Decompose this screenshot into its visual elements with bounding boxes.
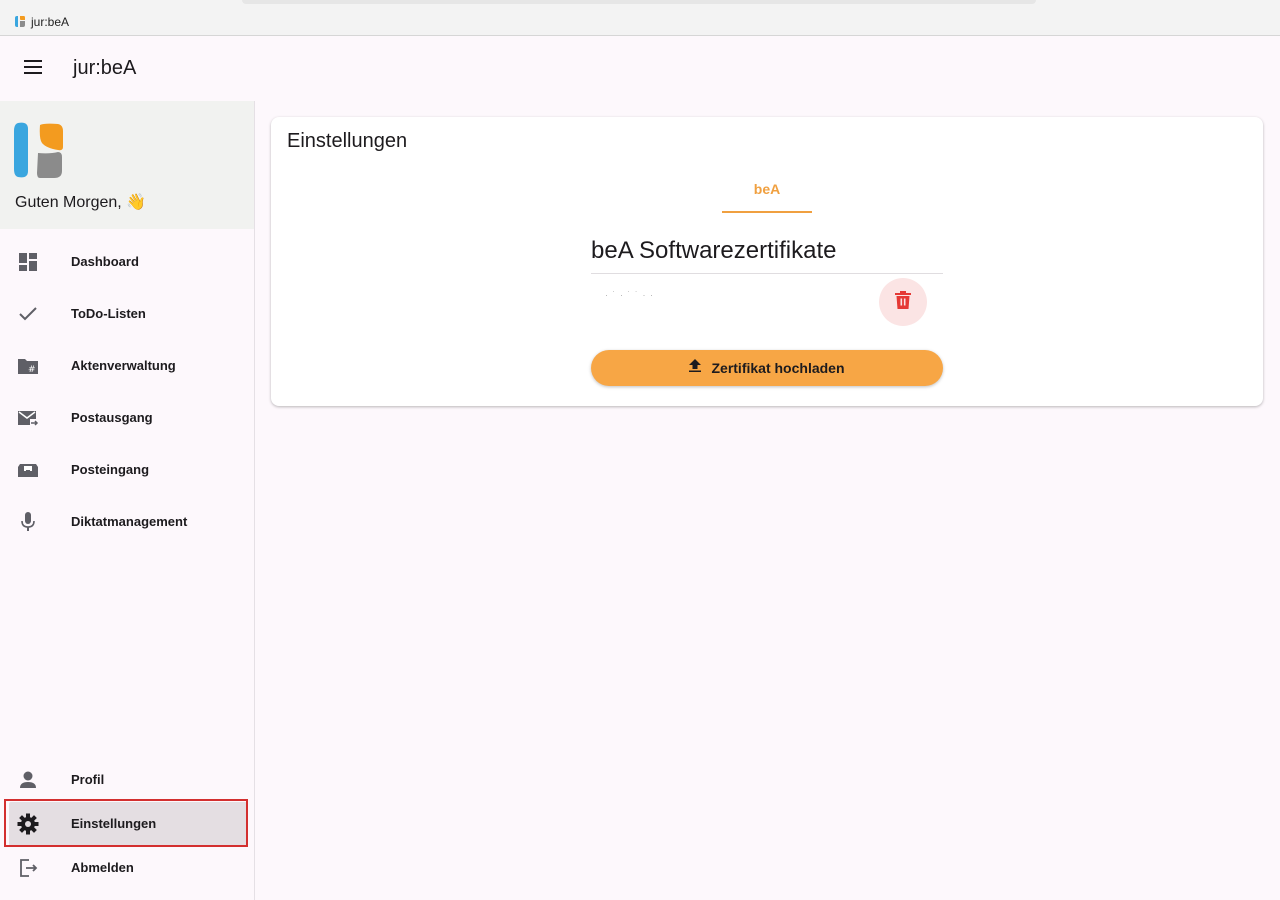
sidebar: Guten Morgen, 👋 Dashboard ToDo-Listen # … xyxy=(0,101,255,900)
upload-certificate-button[interactable]: Zertifikat hochladen xyxy=(591,350,943,386)
address-bar[interactable] xyxy=(242,0,1036,4)
sidebar-item-aktenverwaltung[interactable]: # Aktenverwaltung xyxy=(0,344,254,388)
microphone-icon xyxy=(16,510,40,534)
page-title: Einstellungen xyxy=(287,130,408,152)
sidebar-item-posteingang[interactable]: Posteingang xyxy=(0,448,254,492)
sidebar-item-einstellungen[interactable]: Einstellungen xyxy=(9,802,247,846)
delete-certificate-button[interactable] xyxy=(879,278,927,326)
upload-button-label: Zertifikat hochladen xyxy=(711,360,845,376)
jurbea-logo-icon xyxy=(14,121,64,184)
settings-card: Einstellungen beA beA Softwarezertifikat… xyxy=(271,117,1263,406)
app-title: jur:beA xyxy=(73,57,137,79)
sidebar-item-label: Profil xyxy=(71,772,105,787)
menu-icon xyxy=(24,59,42,79)
certificate-name-redacted: · ˙ · ˙ ˙ · · xyxy=(605,290,654,300)
sidebar-item-abmelden[interactable]: Abmelden xyxy=(0,846,254,890)
sidebar-item-label: Posteingang xyxy=(71,462,150,477)
gear-icon xyxy=(16,812,40,836)
check-icon xyxy=(16,302,40,326)
tab-active-indicator xyxy=(722,211,812,213)
person-icon xyxy=(16,768,40,792)
sidebar-item-label: Abmelden xyxy=(71,860,134,875)
svg-text:#: # xyxy=(28,365,36,375)
dashboard-icon xyxy=(16,250,40,274)
browser-titlebar: jur:beA xyxy=(0,0,1280,36)
upload-icon xyxy=(689,359,702,377)
sidebar-item-dashboard[interactable]: Dashboard xyxy=(0,240,254,284)
sidebar-item-label: Postausgang xyxy=(71,410,153,425)
inbox-icon xyxy=(16,458,40,482)
sidebar-item-diktatmanagement[interactable]: Diktatmanagement xyxy=(0,500,254,544)
trash-icon xyxy=(895,290,911,314)
menu-button[interactable] xyxy=(16,53,50,85)
tab-label: beA xyxy=(753,181,781,197)
sidebar-header: Guten Morgen, 👋 xyxy=(0,101,254,229)
browser-tab-title: jur:beA xyxy=(31,15,70,29)
folder-hash-icon: # xyxy=(16,354,40,378)
sidebar-item-label: ToDo-Listen xyxy=(71,306,146,321)
tab-bea[interactable]: beA xyxy=(722,173,812,213)
sidebar-item-label: Diktatmanagement xyxy=(71,514,188,529)
certificate-row: · ˙ · ˙ ˙ · · xyxy=(591,277,943,329)
sidebar-item-postausgang[interactable]: Postausgang xyxy=(0,396,254,440)
outbox-mail-icon xyxy=(16,406,40,430)
greeting-label: Guten Morgen, xyxy=(15,194,122,211)
app-bar: jur:beA xyxy=(0,37,1280,101)
logout-icon xyxy=(16,856,40,880)
sidebar-item-label: Einstellungen xyxy=(71,816,157,831)
sidebar-item-label: Aktenverwaltung xyxy=(71,358,176,373)
sidebar-item-profil[interactable]: Profil xyxy=(0,758,254,802)
section-title: beA Softwarezertifikate xyxy=(591,237,943,274)
waving-hand-icon: 👋 xyxy=(126,194,147,211)
greeting-text: Guten Morgen, 👋 xyxy=(15,192,146,212)
sidebar-item-todo[interactable]: ToDo-Listen xyxy=(0,292,254,336)
sidebar-item-label: Dashboard xyxy=(71,254,139,269)
app-favicon-icon xyxy=(14,15,26,33)
